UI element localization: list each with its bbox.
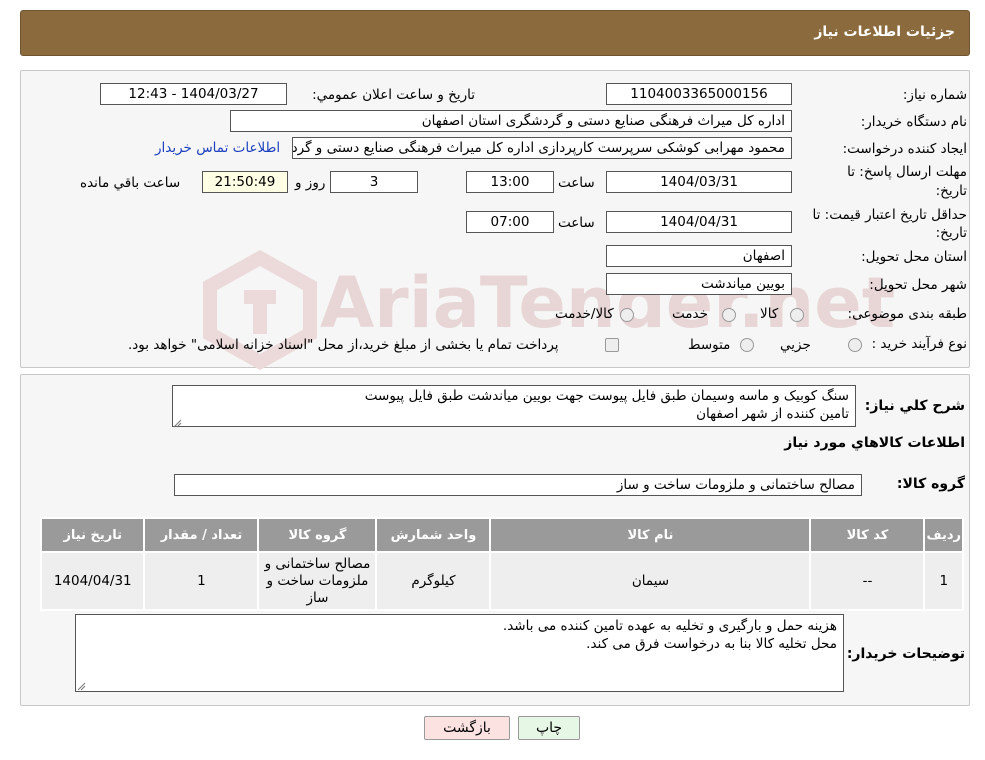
- remaining-time-field: 21:50:49: [202, 171, 288, 193]
- col-row-number: رديف: [923, 517, 964, 553]
- col-quantity: تعداد / مقدار: [143, 517, 260, 553]
- col-goods-name: نام کالا: [489, 517, 812, 553]
- creator-field: محمود مهرابی کوشکی سرپرست کارپردازی ادار…: [292, 137, 792, 159]
- goods-table: رديف کد کالا نام کالا واحد شمارش گروه کا…: [39, 517, 964, 611]
- category-radio-goods-service[interactable]: [620, 308, 634, 322]
- validity-label: حداقل تاريخ اعتبار قيمت: تا: [812, 207, 967, 223]
- process-radio-medium[interactable]: [740, 338, 754, 352]
- need-number-label: شماره نیاز:: [902, 87, 967, 103]
- validity-date-field: 1404/04/31: [606, 211, 792, 233]
- process-radio-minor[interactable]: [848, 338, 862, 352]
- buyer-contact-link[interactable]: اطلاعات تماس خريدار: [155, 140, 280, 156]
- category-option-service: خدمت: [672, 306, 708, 322]
- reply-time-field: 13:00: [466, 171, 554, 193]
- category-option-goods-service: کالا/خدمت: [555, 306, 614, 322]
- buyer-notes-label: توضيحات خريدار:: [846, 646, 965, 662]
- process-type-label: نوع فرآيند خريد :: [871, 336, 967, 352]
- validity-time-field: 07:00: [466, 211, 554, 233]
- need-number-field: 1104003365000156: [606, 83, 792, 105]
- cell-need-date: 1404/04/31: [39, 551, 146, 611]
- reply-deadline-label: مهلت ارسال پاسخ: تا: [847, 164, 967, 180]
- resize-handle-icon[interactable]: [77, 680, 86, 691]
- process-option-medium: متوسط: [688, 337, 731, 353]
- cell-goods-name: سیمان: [489, 551, 812, 611]
- cell-goods-group: مصالح ساختمانی و ملزومات ساخت و ساز: [257, 551, 378, 611]
- category-radio-service[interactable]: [722, 308, 736, 322]
- table-row: 1 -- سیمان کیلوگرم مصالح ساختمانی و ملزو…: [39, 551, 964, 611]
- reply-date-field: 1404/03/31: [606, 171, 792, 193]
- goods-group-field: مصالح ساختمانی و ملزومات ساخت و ساز: [174, 474, 862, 496]
- col-need-date: تاريخ نياز: [39, 517, 146, 553]
- city-field: بویین میاندشت: [606, 273, 792, 295]
- buyer-notes-line-1: هزینه حمل و بارگیری و تخلیه به عهده تامی…: [502, 618, 837, 634]
- category-label: طبقه بندی موضوعی:: [847, 306, 967, 322]
- goods-info-title: اطلاعات کالاهاي مورد نياز: [784, 435, 965, 451]
- days-label: روز و: [295, 175, 326, 191]
- summary-textarea: سنگ کوبیک و ماسه وسیمان طبق فایل پیوست ج…: [172, 385, 856, 427]
- buyer-notes-line-2: محل تخلیه کالا بنا به درخواست فرق می کند…: [586, 636, 837, 652]
- validity-label-2: تاريخ:: [935, 225, 967, 241]
- process-checkbox-treasury[interactable]: [605, 338, 619, 352]
- cell-goods-code: --: [809, 551, 926, 611]
- days-remaining-field: 3: [330, 171, 418, 193]
- reply-deadline-label-2: تاريخ:: [935, 183, 967, 199]
- goods-group-label: گروه کالا:: [896, 476, 965, 492]
- resize-handle-icon[interactable]: [173, 417, 182, 428]
- announce-date-field: 1404/03/27 - 12:43: [100, 83, 287, 105]
- summary-line-1: سنگ کوبیک و ماسه وسیمان طبق فایل پیوست ج…: [364, 388, 849, 404]
- summary-label: شرح کلي نياز:: [864, 398, 965, 414]
- reply-time-label: ساعت: [558, 175, 595, 191]
- process-treasury-note: پرداخت تمام يا بخشی از مبلغ خريد،از محل …: [128, 337, 559, 353]
- creator-label: ايجاد کننده درخواست:: [842, 141, 967, 157]
- buyer-org-label: نام دستگاه خريدار:: [860, 114, 967, 130]
- cell-quantity: 1: [143, 551, 260, 611]
- category-option-goods: کالا: [760, 306, 779, 322]
- back-button[interactable]: بازگشت: [424, 716, 510, 740]
- remaining-time-label: ساعت باقي مانده: [80, 175, 181, 191]
- buyer-org-field: اداره کل میراث فرهنگی صنایع دستی و گردشگ…: [230, 110, 792, 132]
- summary-line-2: تامین کننده از شهر اصفهان: [696, 406, 849, 422]
- validity-time-label: ساعت: [558, 215, 595, 231]
- city-label: شهر محل تحويل:: [869, 277, 967, 293]
- process-option-minor: جزيي: [780, 337, 811, 353]
- goods-table-header: رديف کد کالا نام کالا واحد شمارش گروه کا…: [39, 517, 964, 553]
- announce-date-label: تاریخ و ساعت اعلان عمومي:: [312, 87, 475, 103]
- category-radio-goods[interactable]: [790, 308, 804, 322]
- province-label: استان محل تحويل:: [861, 249, 967, 265]
- cell-row-number: 1: [923, 551, 964, 611]
- col-goods-code: کد کالا: [809, 517, 926, 553]
- col-unit: واحد شمارش: [375, 517, 492, 553]
- province-field: اصفهان: [606, 245, 792, 267]
- cell-unit: کیلوگرم: [375, 551, 492, 611]
- col-goods-group: گروه کالا: [257, 517, 378, 553]
- page-title: جزئیات اطلاعات نیاز: [814, 24, 955, 40]
- print-button[interactable]: چاپ: [518, 716, 580, 740]
- page-header: جزئیات اطلاعات نیاز: [20, 10, 970, 56]
- buyer-notes-textarea: هزینه حمل و بارگیری و تخلیه به عهده تامی…: [75, 614, 844, 692]
